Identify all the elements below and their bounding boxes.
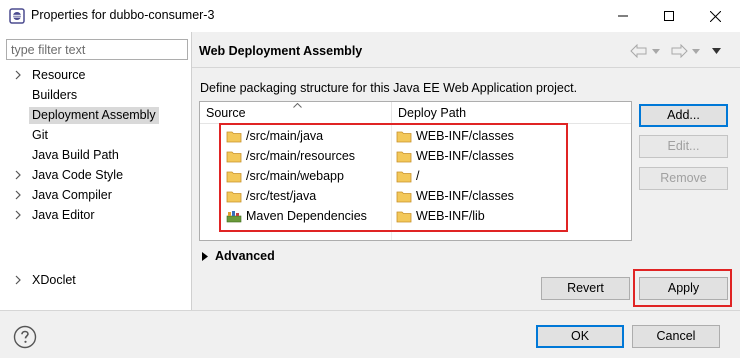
deploy-cell: WEB-INF/classes xyxy=(396,146,631,166)
source-path: /src/main/resources xyxy=(246,149,356,163)
chevron-right-icon[interactable] xyxy=(13,210,23,220)
tree-item-java-code-style[interactable]: Java Code Style xyxy=(0,165,191,185)
tree-item-java-compiler[interactable]: Java Compiler xyxy=(0,185,191,205)
deploy-path: WEB-INF/classes xyxy=(416,149,514,163)
deploy-cell: / xyxy=(396,166,631,186)
minimize-icon xyxy=(618,15,628,17)
tree-item-xdoclet[interactable]: XDoclet xyxy=(0,270,191,290)
source-cell: /src/main/java xyxy=(226,126,392,146)
deploy-path: / xyxy=(416,169,420,183)
source-path: /src/main/webapp xyxy=(246,169,344,183)
source-cell: /src/main/webapp xyxy=(226,166,392,186)
page-description: Define packaging structure for this Java… xyxy=(200,81,578,95)
table-row[interactable]: /src/main/java WEB-INF/classes xyxy=(200,126,631,146)
tree-item-resource[interactable]: Resource xyxy=(0,65,191,85)
advanced-label: Advanced xyxy=(215,249,275,263)
folder-icon xyxy=(226,131,242,142)
window-title: Properties for dubbo-consumer-3 xyxy=(31,8,215,22)
folder-icon xyxy=(226,151,242,162)
deploy-cell: WEB-INF/classes xyxy=(396,126,631,146)
tree-item-builders[interactable]: Builders xyxy=(0,85,191,105)
tree-item-label: Git xyxy=(32,128,48,142)
tree-item-java-build-path[interactable]: Java Build Path xyxy=(0,145,191,165)
title-bar: Properties for dubbo-consumer-3 xyxy=(0,0,740,32)
tree-item-label: Java Code Style xyxy=(32,168,124,182)
deploy-path: WEB-INF/classes xyxy=(416,129,514,143)
tree-item-git[interactable]: Git xyxy=(0,125,191,145)
folder-icon xyxy=(396,171,412,182)
footer-divider xyxy=(0,310,740,311)
source-path: /src/main/java xyxy=(246,129,324,143)
close-button[interactable] xyxy=(692,0,738,32)
chevron-right-icon[interactable] xyxy=(13,275,23,285)
tree-item-label: XDoclet xyxy=(32,273,76,287)
table-row[interactable]: Maven Dependencies WEB-INF/lib xyxy=(200,206,631,226)
source-path: /src/test/java xyxy=(246,189,317,203)
source-cell: /src/main/resources xyxy=(226,146,392,166)
page-title: Web Deployment Assembly xyxy=(199,44,363,58)
back-arrow-icon[interactable] xyxy=(630,44,648,58)
library-icon xyxy=(226,210,242,222)
ok-button[interactable]: OK xyxy=(536,325,624,348)
tree-item-label: Java Compiler xyxy=(32,188,112,202)
chevron-right-icon[interactable] xyxy=(13,70,23,80)
header-divider xyxy=(192,67,740,68)
maximize-button[interactable] xyxy=(646,0,692,32)
deploy-cell: WEB-INF/classes xyxy=(396,186,631,206)
column-header-label: Deploy Path xyxy=(398,106,467,120)
page-nav-toolbar xyxy=(630,42,730,60)
tree-item-label: Resource xyxy=(32,68,86,82)
property-tree-panel: Resource Builders Deployment Assembly Gi… xyxy=(0,32,191,310)
tree-item-label: Deployment Assembly xyxy=(29,107,159,124)
deployment-assembly-table[interactable]: Source Deploy Path /src/main/java WEB-IN… xyxy=(199,101,632,241)
filter-input[interactable] xyxy=(6,39,188,60)
column-header-source[interactable]: Source xyxy=(200,102,392,124)
advanced-section-toggle[interactable]: Advanced xyxy=(201,249,275,263)
panel-splitter[interactable] xyxy=(191,32,192,310)
help-icon[interactable] xyxy=(13,325,37,349)
source-cell: /src/test/java xyxy=(226,186,392,206)
folder-icon xyxy=(396,151,412,162)
source-cell: Maven Dependencies xyxy=(226,206,392,226)
add-button[interactable]: Add... xyxy=(639,104,728,127)
deploy-path: WEB-INF/lib xyxy=(416,209,485,223)
forward-dropdown-icon[interactable] xyxy=(692,49,700,54)
edit-button[interactable]: Edit... xyxy=(639,135,728,158)
minimize-button[interactable] xyxy=(600,0,646,32)
table-row[interactable]: /src/test/java WEB-INF/classes xyxy=(200,186,631,206)
table-row[interactable]: /src/main/webapp / xyxy=(200,166,631,186)
chevron-right-icon[interactable] xyxy=(13,190,23,200)
folder-icon xyxy=(396,131,412,142)
tree-item-label: Java Build Path xyxy=(32,148,119,162)
deploy-path: WEB-INF/classes xyxy=(416,189,514,203)
folder-icon xyxy=(226,191,242,202)
tree-item-label: Builders xyxy=(32,88,78,102)
close-icon xyxy=(709,10,721,22)
back-dropdown-icon[interactable] xyxy=(652,49,660,54)
column-header-label: Source xyxy=(206,106,246,120)
folder-icon xyxy=(226,171,242,182)
column-header-deploy-path[interactable]: Deploy Path xyxy=(392,102,631,124)
triangle-right-icon xyxy=(202,251,208,261)
revert-button[interactable]: Revert xyxy=(541,277,630,300)
source-path: Maven Dependencies xyxy=(246,209,367,223)
tree-item-java-editor[interactable]: Java Editor xyxy=(0,205,191,225)
chevron-right-icon[interactable] xyxy=(13,170,23,180)
deploy-cell: WEB-INF/lib xyxy=(396,206,631,226)
sort-ascending-icon xyxy=(293,103,302,108)
forward-arrow-icon[interactable] xyxy=(670,44,688,58)
folder-icon xyxy=(396,191,412,202)
apply-button[interactable]: Apply xyxy=(639,277,728,300)
tree-item-deployment-assembly[interactable]: Deployment Assembly xyxy=(0,105,191,125)
eclipse-app-icon xyxy=(9,8,25,24)
tree-item-label: Java Editor xyxy=(32,208,95,222)
maximize-icon xyxy=(664,11,674,21)
folder-icon xyxy=(396,211,412,222)
view-menu-icon[interactable] xyxy=(712,48,721,54)
table-row[interactable]: /src/main/resources WEB-INF/classes xyxy=(200,146,631,166)
cancel-button[interactable]: Cancel xyxy=(632,325,720,348)
remove-button[interactable]: Remove xyxy=(639,167,728,190)
